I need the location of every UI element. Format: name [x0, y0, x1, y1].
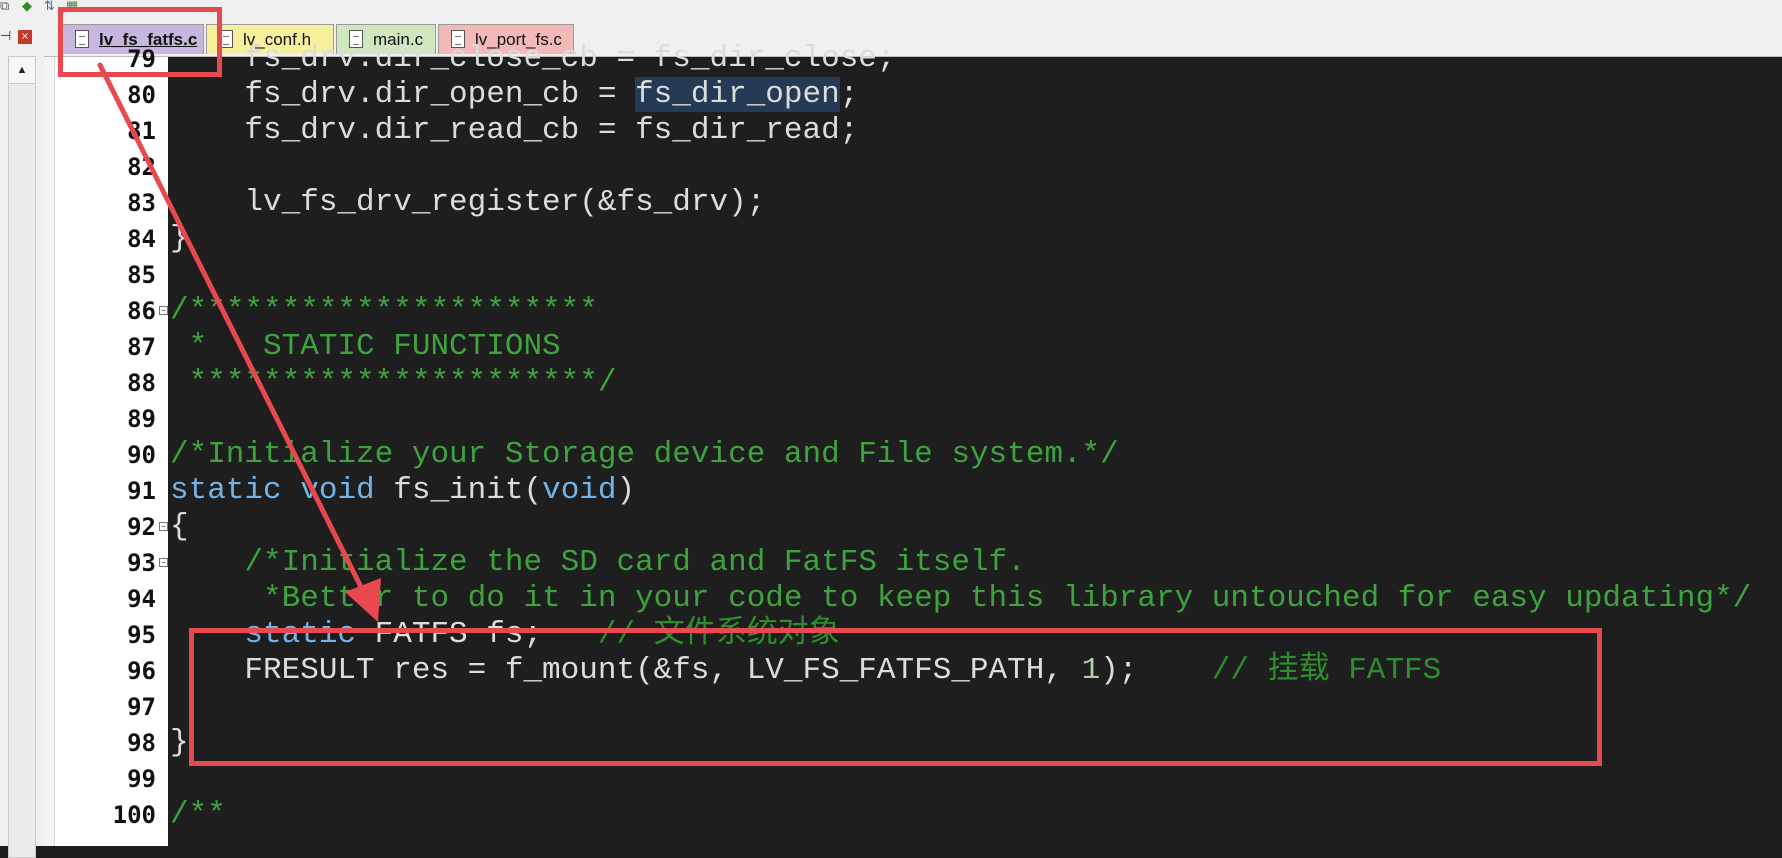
arrow-head	[345, 578, 381, 622]
arrow-shaft	[97, 62, 368, 598]
annotation-arrow	[97, 62, 381, 622]
